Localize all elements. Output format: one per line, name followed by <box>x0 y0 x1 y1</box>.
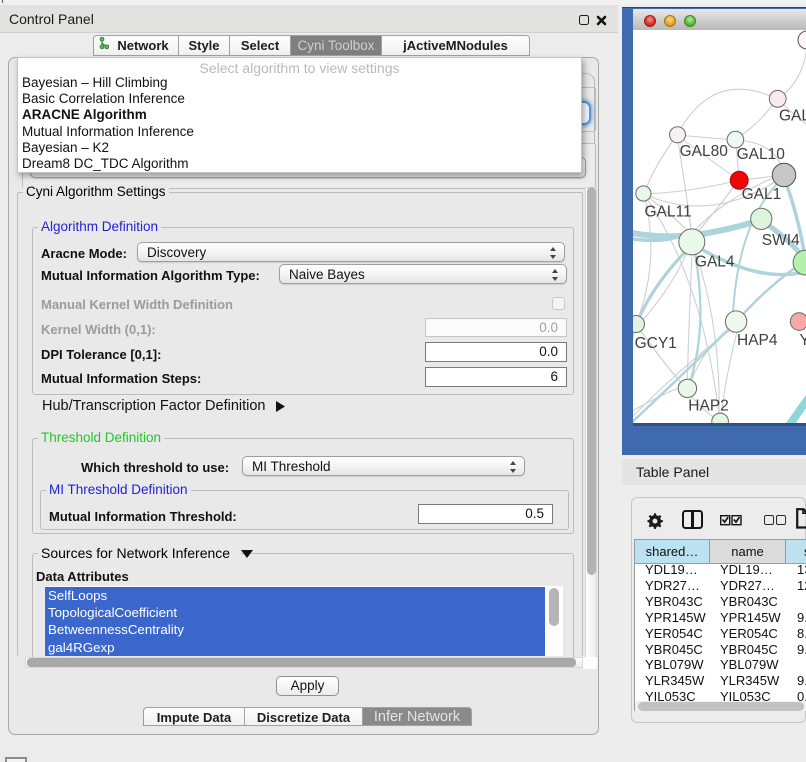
svg-text:GAL4: GAL4 <box>695 253 735 270</box>
svg-text:GAL80: GAL80 <box>680 143 729 160</box>
svg-text:HAP4: HAP4 <box>737 332 778 349</box>
svg-text:GCY1: GCY1 <box>635 335 677 352</box>
svg-text:GAL1: GAL1 <box>742 186 782 203</box>
svg-text:GAL11: GAL11 <box>645 204 692 221</box>
svg-text:HAP2: HAP2 <box>688 397 729 414</box>
svg-text:SWI4: SWI4 <box>762 232 800 249</box>
svg-text:GAL7: GAL7 <box>779 108 806 125</box>
svg-text:GAL10: GAL10 <box>737 146 786 163</box>
svg-text:Y: Y <box>800 332 806 349</box>
